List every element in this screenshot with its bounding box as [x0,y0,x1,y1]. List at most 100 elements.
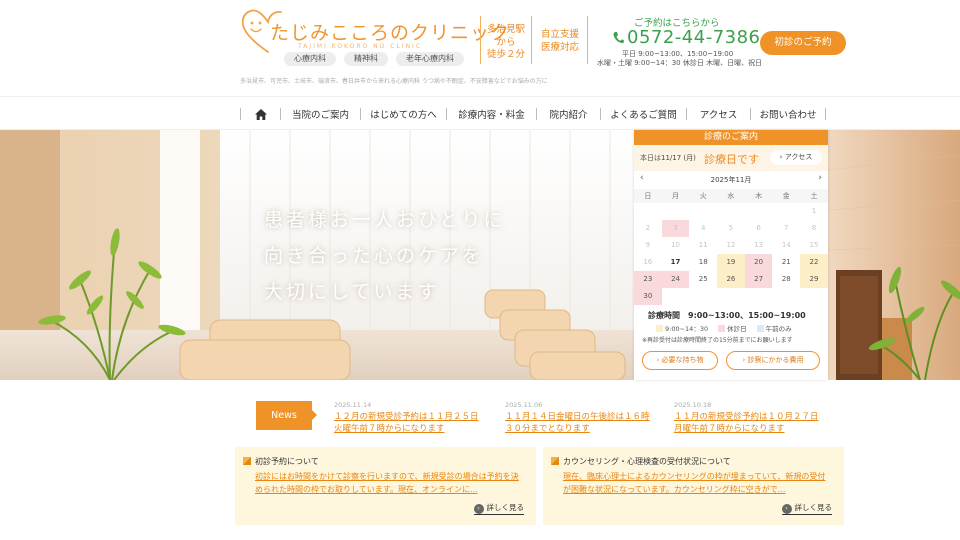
calendar-grid: 日月火水木金土 1 2 3 4 5 6 7 8 9 10 11 12 13 14 15 16 17 18 19 20 2… [634,189,828,305]
calendar-day: 10 [671,241,680,249]
calendar-day [745,203,773,220]
legend-item: 午前のみ [756,323,792,333]
calendar-day: 3 [661,220,690,237]
month-label: 2025年11月 [710,176,752,184]
info-card-counseling: カウンセリング・心理検査の受付状況について 現在、臨床心理士によるカウンセリング… [543,447,844,525]
read-more-button[interactable]: › 詳しく見る [473,502,524,515]
calendar-day: 25 [698,275,708,283]
access-line: 多治見駅 [486,24,525,35]
news-label: News [256,401,312,430]
news-date: 2025.11.06 [505,401,543,409]
legend-item: 9:00~14：30 [656,323,708,333]
hero-line: 患者様お一人おひとりに [264,209,506,231]
calendar-day [717,203,745,220]
clinic-name: たじみこころのクリニック [270,22,511,44]
weekday-label: 月 [672,192,680,200]
nav-item-about[interactable]: 当院のご案内 [280,108,360,121]
weekday-label: 火 [699,192,707,200]
calendar-day: 16 [643,258,653,266]
calendar-day: 18 [698,258,708,266]
calendar-day: 15 [809,241,819,249]
card-body-link[interactable]: 現在、臨床心理士によるカウンセリングの枠が埋まっていて、新規の受付が困難な状況に… [563,471,833,496]
arrow-right-icon: › [781,504,792,514]
news-title-link[interactable]: １２月の新規受診予約は１１月２５日火曜午前７時からになります [334,411,484,435]
calendar-day: 14 [781,241,791,249]
calendar-day [772,288,800,305]
nav-item-contact[interactable]: お問い合わせ [750,108,826,121]
access-line: 徒歩２分 [486,49,525,60]
nav-item-services-fees[interactable]: 診療内容・料金 [446,108,536,121]
card-title: カウンセリング・心理検査の受付状況について [563,457,731,466]
calendar-week-row: 9 10 11 12 13 14 15 [634,237,828,254]
calendar-day: 12 [726,241,736,249]
calendar-day: 22 [800,254,828,271]
nav-item-first-time[interactable]: はじめての方へ [360,108,446,121]
square-bullet-icon [551,457,559,465]
calendar-access-button[interactable]: › アクセス [770,150,822,165]
weekday-label: 日 [644,192,652,200]
calendar-day: 17 [670,258,681,266]
department-tag: 心療内科 [284,52,336,66]
calendar-day: 30 [634,288,662,305]
hero-catchphrase: 患者様お一人おひとりに 向き合った心のケアを 大切にしています [264,202,505,310]
square-bullet-icon [243,457,251,465]
month-nav: ‹ 2025年11月 › [634,171,828,187]
news-date: 2025.11.14 [334,401,372,409]
news-title-link[interactable]: １１月１４日金曜日の午後診は１６時３０分までとなります [505,411,655,435]
calendar-day [689,288,717,305]
department-tag: 老年心療内科 [396,52,464,66]
calendar-week-row: 16 17 18 19 20 21 22 [634,254,828,271]
department-tags: 心療内科 精神科 老年心療内科 [284,52,464,66]
arrow-right-icon: › [473,504,484,514]
nav-item-access[interactable]: アクセス [686,108,750,121]
first-visit-reservation-button[interactable]: 初診のご予約 [760,31,846,55]
items-to-bring-button[interactable]: › 必要な持ち物 [642,351,718,370]
read-more-button[interactable]: › 詳しく見る [781,502,832,515]
news-arrow-icon [312,410,317,420]
today-status-bar: 本日は 11/17 (月) 診療日です › アクセス [634,145,828,171]
calendar-legend: 9:00~14：30 休診日 午前のみ [656,323,792,333]
calendar-day: 28 [781,275,791,283]
calendar-day: 9 [645,241,651,249]
calendar-day: 2 [645,224,651,232]
calendar-day: 21 [781,258,791,266]
nav-item-facility[interactable]: 院内紹介 [536,108,600,121]
next-month-icon[interactable]: › [818,173,822,183]
calendar-day: 23 [634,271,662,288]
clinic-name-romaji: TAJIMI KOKORO NO CLINIC [298,43,423,50]
calendar-day: 29 [800,271,828,288]
department-tag: 精神科 [344,52,388,66]
calendar-day [717,288,745,305]
consultation-hours: 診療時間 9:00~13:00、15:00~19:00 [648,311,806,320]
nav-item-faq[interactable]: よくあるご質問 [600,108,686,121]
news-item: 2025.11.06 １１月１４日金曜日の午後診は１６時３０分までとなります [505,401,655,435]
calendar-day [662,288,690,305]
phone-number: 0572-44-7386 [627,27,761,48]
calendar-week-row: 1 [634,203,828,220]
access-button-label: アクセス [784,153,813,161]
legend-swatch [718,325,726,332]
nav-home[interactable] [240,108,280,120]
home-icon [254,108,267,120]
consultation-fees-button[interactable]: › 診察にかかる費用 [726,351,820,370]
calendar-day: 19 [717,254,745,271]
today-date: 11/17 (月) [661,154,696,162]
card-body-link[interactable]: 初診にはお時間をかけて診察を行いますので、新規受診の場合は予約を決められた時間の… [255,471,525,496]
calendar-day: 1 [811,207,817,215]
news-title-link[interactable]: １１月の新規受診予約は１０月２７日月曜午前７時からになります [674,411,824,435]
calendar-day: 5 [728,224,734,232]
news-item: 2025.11.14 １２月の新規受診予約は１１月２５日火曜午前７時からになりま… [334,401,484,435]
calendar-day [745,288,773,305]
calendar-header: 診療のご案内 [634,130,828,145]
global-nav: 当院のご案内 はじめての方へ 診療内容・料金 院内紹介 よくあるご質問 アクセス… [0,96,960,130]
calendar-day: 7 [784,224,789,232]
legend-swatch [756,325,764,332]
weekday-label: 木 [755,192,763,200]
calendar-week-row: 2 3 4 5 6 7 8 [634,220,828,237]
phone-link[interactable]: 0572-44-7386 [612,27,761,48]
support-info: 自立支援 医療対応 [533,16,588,64]
info-card-first-visit: 初診予約について 初診にはお時間をかけて診察を行いますので、新規受診の場合は予約… [235,447,536,525]
news-item: 2025.10.18 １１月の新規受診予約は１０月２７日月曜午前７時からになりま… [674,401,824,435]
calendar-day [634,203,662,220]
weekday-label: 金 [782,192,790,200]
